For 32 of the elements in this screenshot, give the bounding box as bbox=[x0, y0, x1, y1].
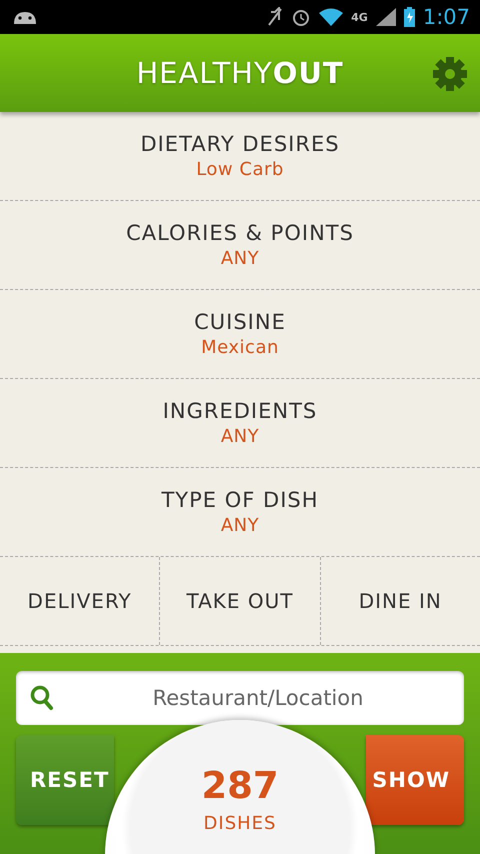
filter-value: ANY bbox=[220, 248, 260, 269]
search-field[interactable]: Restaurant/Location bbox=[16, 671, 464, 725]
filter-value: ANY bbox=[220, 426, 260, 447]
filter-label: CALORIES & POINTS bbox=[126, 221, 354, 245]
filter-value: ANY bbox=[220, 515, 260, 536]
filter-value: Low Carb bbox=[196, 159, 284, 180]
filter-label: INGREDIENTS bbox=[162, 399, 318, 423]
filter-label: CUISINE bbox=[194, 310, 286, 334]
wifi-icon bbox=[319, 8, 344, 26]
filter-value: Mexican bbox=[201, 337, 279, 358]
android-icon bbox=[12, 9, 38, 25]
service-mode-button[interactable]: DELIVERY bbox=[0, 557, 160, 645]
service-mode-button[interactable]: DINE IN bbox=[320, 557, 480, 645]
filter-row[interactable]: DIETARY DESIRES Low Carb bbox=[0, 112, 480, 201]
network-label: 4G bbox=[351, 10, 368, 24]
filter-row[interactable]: CALORIES & POINTS ANY bbox=[0, 201, 480, 290]
show-button[interactable]: SHOW bbox=[366, 735, 464, 825]
filter-row[interactable]: TYPE OF DISH ANY bbox=[0, 468, 480, 557]
filter-row[interactable]: CUISINE Mexican bbox=[0, 290, 480, 379]
dish-count: 287 bbox=[201, 764, 279, 807]
status-time: 1:07 bbox=[422, 5, 470, 29]
dish-count-unit: DISHES bbox=[204, 813, 276, 834]
alarm-icon bbox=[291, 7, 312, 27]
service-mode-button[interactable]: TAKE OUT bbox=[159, 557, 320, 645]
app-title: HEALTHYOUT bbox=[136, 56, 344, 90]
filter-label: TYPE OF DISH bbox=[161, 488, 319, 512]
reset-button[interactable]: RESET bbox=[16, 735, 114, 825]
filter-label: DIETARY DESIRES bbox=[140, 132, 340, 156]
signal-icon bbox=[376, 8, 396, 26]
settings-icon[interactable] bbox=[432, 56, 468, 92]
battery-icon bbox=[404, 7, 415, 27]
filter-row[interactable]: INGREDIENTS ANY bbox=[0, 379, 480, 468]
